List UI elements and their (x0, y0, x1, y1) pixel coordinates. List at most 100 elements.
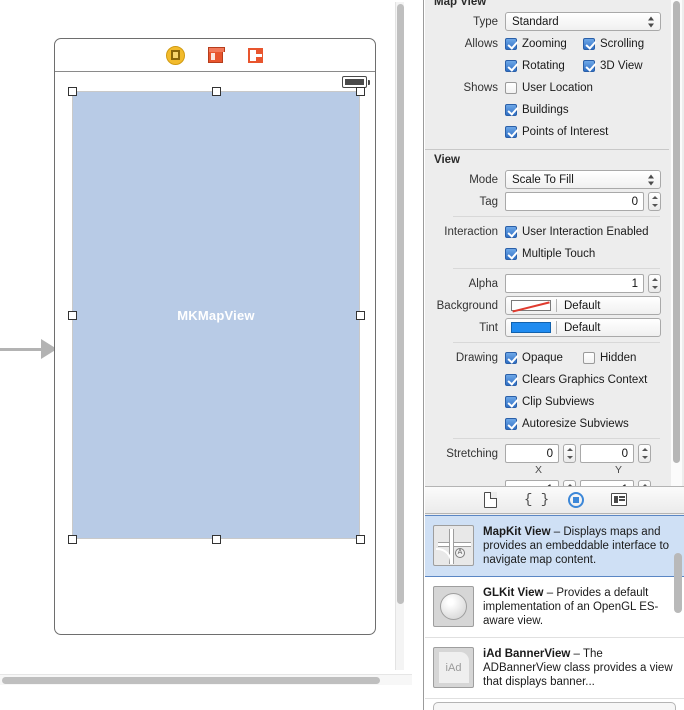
exit-icon[interactable] (246, 46, 265, 65)
view-tint-colorwell[interactable]: Default (505, 318, 661, 337)
view-background-label: Background (436, 299, 498, 312)
view-controller-icon[interactable] (165, 45, 185, 65)
media-library-tab[interactable] (610, 491, 628, 509)
map-type-popup[interactable]: Standard (505, 12, 661, 31)
view-tag-stepper[interactable] (648, 192, 661, 211)
checkbox-clears-graphics-context-label: Clears Graphics Context (522, 373, 648, 386)
checkbox-clip-subviews[interactable]: Clip Subviews (505, 395, 594, 408)
checkbox-autoresize-subviews[interactable]: Autoresize Subviews (505, 417, 629, 430)
checkbox-scrolling[interactable]: Scrolling (583, 37, 661, 50)
checkbox-rotating[interactable]: Rotating (505, 59, 583, 72)
color-swatch-blue-icon (511, 322, 551, 333)
mapkit-view-icon: A (433, 525, 474, 566)
selection-handle-top-right[interactable] (355, 86, 365, 96)
chevron-updown-icon (648, 173, 655, 186)
checkbox-points-of-interest[interactable]: Points of Interest (505, 125, 608, 138)
checkbox-user-interaction-enabled[interactable]: User Interaction Enabled (505, 225, 649, 238)
checkbox-multiple-touch[interactable]: Multiple Touch (505, 247, 596, 260)
view-alpha-input[interactable]: 1 (505, 274, 644, 293)
checkbox-box-icon[interactable] (583, 37, 595, 50)
library-selector-bar: { } (425, 486, 684, 514)
object-library-list[interactable]: A MapKit View – Displays maps and provid… (425, 515, 684, 710)
stretching-y-input[interactable]: 0 (580, 444, 634, 463)
selection-handle-bottom-left[interactable] (67, 534, 77, 544)
checkbox-zooming[interactable]: Zooming (505, 37, 583, 50)
checkbox-box-icon[interactable] (505, 81, 517, 94)
selection-handle-middle-left[interactable] (67, 310, 77, 320)
checkbox-user-location-label: User Location (522, 81, 593, 94)
selection-handle-bottom-center[interactable] (211, 534, 221, 544)
glkit-view-icon (433, 586, 474, 627)
stretching-y-stepper[interactable] (638, 444, 651, 463)
view-interaction-row-2: Multiple Touch (425, 244, 669, 263)
checkbox-box-icon[interactable] (505, 225, 517, 238)
library-filter-field[interactable] (433, 702, 676, 710)
stretching-x-sublabel: X (534, 464, 542, 476)
mkmapview-placeholder[interactable]: MKMapView (72, 91, 360, 539)
first-responder-icon[interactable] (206, 46, 225, 65)
checkbox-box-icon[interactable] (505, 417, 517, 430)
checkbox-3d-view[interactable]: 3D View (583, 59, 661, 72)
xcode-interface-builder-window: MKMapView Map View Type Standard Allows … (0, 0, 684, 710)
checkbox-opaque[interactable]: Opaque (505, 351, 583, 364)
storyboard-canvas[interactable]: MKMapView (0, 0, 424, 710)
view-controller-scene[interactable]: MKMapView (54, 38, 376, 635)
map-shows-label: Shows (463, 81, 498, 94)
selection-handle-bottom-right[interactable] (355, 534, 365, 544)
checkbox-user-location[interactable]: User Location (505, 81, 593, 94)
object-library-tab[interactable] (567, 491, 585, 509)
library-scrollbar[interactable] (674, 553, 682, 613)
checkbox-box-icon[interactable] (505, 37, 517, 50)
checkbox-box-icon[interactable] (505, 395, 517, 408)
checkbox-box-icon[interactable] (505, 373, 517, 386)
checkbox-scrolling-label: Scrolling (600, 37, 645, 50)
view-mode-value: Scale To Fill (512, 173, 574, 186)
list-item[interactable]: A MapKit View – Displays maps and provid… (425, 515, 684, 577)
checkbox-hidden[interactable]: Hidden (583, 351, 661, 364)
view-alpha-stepper[interactable] (648, 274, 661, 293)
checkbox-zooming-label: Zooming (522, 37, 567, 50)
code-snippet-library-tab[interactable]: { } (524, 491, 549, 509)
canvas-vertical-scrollbar[interactable] (395, 2, 404, 670)
view-tag-label: Tag (479, 195, 498, 208)
inspector-scrollbar[interactable] (671, 0, 682, 486)
canvas-horizontal-scrollbar[interactable] (0, 674, 412, 685)
checkbox-box-icon[interactable] (583, 59, 595, 72)
list-item[interactable]: GLKit View – Provides a default implemen… (425, 577, 684, 638)
list-item-dash: – (546, 587, 554, 599)
view-tint-row: Tint Default (425, 318, 669, 337)
view-mode-row: Mode Scale To Fill (425, 170, 669, 189)
checkbox-box-icon[interactable] (583, 351, 595, 364)
map-shows-row-3: Points of Interest (425, 122, 669, 141)
stretching-x-stepper[interactable] (563, 444, 576, 463)
view-drawing-row-1: Drawing Opaque Hidden (425, 348, 669, 367)
view-background-colorwell[interactable]: Default (505, 296, 661, 315)
selection-handle-top-center[interactable] (211, 86, 221, 96)
list-item[interactable]: iAd iAd BannerView – The ADBannerView cl… (425, 638, 684, 699)
checkbox-buildings[interactable]: Buildings (505, 103, 569, 116)
view-alpha-value: 1 (631, 277, 638, 290)
checkbox-box-icon[interactable] (505, 351, 517, 364)
checkbox-box-icon[interactable] (505, 103, 517, 116)
checkbox-box-icon[interactable] (505, 125, 517, 138)
checkbox-multiple-touch-label: Multiple Touch (522, 247, 596, 260)
attributes-inspector[interactable]: Map View Type Standard Allows Zooming Sc… (425, 0, 684, 486)
view-background-value: Default (564, 299, 601, 312)
stretching-x-input[interactable]: 0 (505, 444, 559, 463)
file-template-library-tab[interactable] (481, 491, 499, 509)
checkbox-box-icon[interactable] (505, 59, 517, 72)
checkbox-rotating-label: Rotating (522, 59, 565, 72)
selection-handle-middle-right[interactable] (355, 310, 365, 320)
list-item-title: GLKit View (483, 587, 544, 599)
selection-handle-top-left[interactable] (67, 86, 77, 96)
view-mode-popup[interactable]: Scale To Fill (505, 170, 661, 189)
map-allows-label: Allows (464, 37, 498, 50)
view-section-title: View (434, 154, 460, 166)
object-icon (568, 492, 584, 508)
view-tag-input[interactable]: 0 (505, 192, 644, 211)
checkbox-box-icon[interactable] (505, 247, 517, 260)
checkbox-clears-graphics-context[interactable]: Clears Graphics Context (505, 373, 648, 386)
file-icon (483, 491, 497, 508)
view-alpha-label: Alpha (468, 277, 498, 290)
view-drawing-row-2: Clears Graphics Context (425, 370, 669, 389)
